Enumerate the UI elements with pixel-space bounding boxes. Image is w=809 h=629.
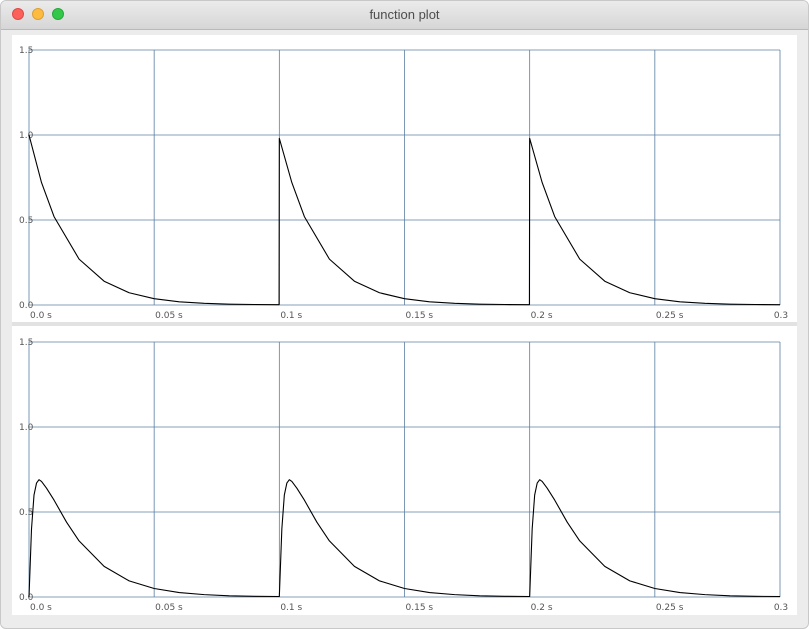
bottom-x-tick-label: 0.2 s: [531, 603, 553, 613]
bottom-x-tick-label: 0.25 s: [656, 603, 684, 613]
bottom-y-tick-label: 0.5: [19, 508, 33, 518]
bottom-x-tick-label: 0.0 s: [30, 603, 52, 613]
bottom-y-tick-label: 1.0: [19, 423, 34, 433]
bottom-x-tick-label: 0.1 s: [280, 603, 302, 613]
bottom-function-plot: 0.0 s 0.05 s 0.1 s 0.15 s 0.2 s 0.25 s 0.3 0.0 0…: [19, 338, 788, 613]
bottom-y-tick-label: 0.0: [19, 593, 34, 603]
bottom-y-tick-label: 1.5: [19, 338, 33, 348]
bottom-x-tick-label: 0.3: [774, 603, 788, 613]
bottom-x-tick-label: 0.15 s: [406, 603, 434, 613]
bottom-x-tick-label: 0.05 s: [155, 603, 183, 613]
app-window: function plot 0.0 s 0.05 s 0.1 s 0.15 s 0.2 …: [0, 0, 809, 629]
